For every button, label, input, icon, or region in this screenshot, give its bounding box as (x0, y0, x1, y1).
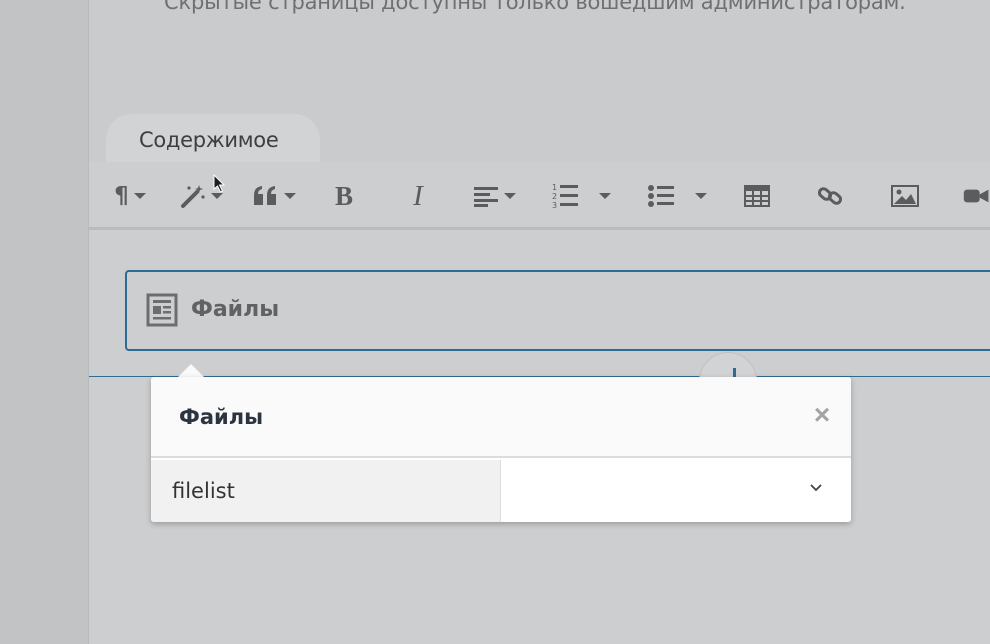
caret-down-icon (503, 193, 516, 199)
tab-content-label[interactable]: Содержимое (139, 128, 279, 152)
newspaper-icon (146, 293, 178, 327)
popover-header: Файлы × (151, 377, 851, 458)
italic-button[interactable]: I (402, 178, 434, 214)
filelist-label: filelist (172, 479, 235, 503)
paragraph-icon: ¶ (114, 183, 129, 209)
caret-down-icon (283, 193, 296, 199)
video-icon (963, 189, 989, 203)
video-button[interactable] (963, 178, 990, 214)
caret-down-icon (133, 193, 146, 199)
bold-icon: B (334, 180, 353, 211)
filelist-field-row: filelist (151, 460, 851, 522)
link-button[interactable] (815, 178, 845, 214)
quote-button[interactable] (250, 178, 298, 214)
ordered-list-button[interactable]: 1 2 3 (550, 178, 580, 214)
unordered-list-icon (648, 185, 674, 207)
align-left-icon (473, 187, 498, 207)
hidden-pages-notice: Скрытые страницы доступны только вошедши… (164, 0, 906, 14)
image-button[interactable] (889, 178, 921, 214)
caret-down-icon (695, 193, 707, 199)
unordered-list-dropdown[interactable] (692, 178, 710, 214)
bold-button[interactable]: B (328, 178, 360, 214)
mouse-cursor-icon (213, 174, 226, 193)
close-icon[interactable]: × (808, 401, 836, 429)
quote-icon (253, 186, 276, 205)
files-settings-popover: Файлы × filelist (151, 377, 851, 522)
unordered-list-button[interactable] (645, 178, 677, 214)
svg-text:1: 1 (552, 183, 557, 192)
svg-text:3: 3 (552, 201, 557, 210)
svg-text:2: 2 (552, 192, 557, 201)
link-icon (817, 187, 843, 205)
left-sidebar (0, 0, 89, 644)
magic-wand-icon (180, 185, 205, 208)
table-button[interactable] (742, 178, 772, 214)
ordered-list-icon: 1 2 3 (552, 183, 578, 210)
caret-down-icon (599, 193, 611, 199)
image-icon (891, 185, 919, 207)
filelist-select[interactable] (502, 460, 851, 522)
align-button[interactable] (469, 178, 519, 214)
popover-title: Файлы (179, 405, 264, 429)
paragraph-format-button[interactable]: ¶ (110, 178, 150, 214)
popover-arrow (177, 364, 205, 378)
italic-icon: I (413, 179, 423, 212)
table-icon (744, 185, 770, 207)
files-block-title: Файлы (191, 297, 280, 322)
ordered-list-dropdown[interactable] (596, 178, 614, 214)
filelist-label-cell: filelist (151, 460, 501, 522)
chevron-down-icon (810, 484, 822, 492)
